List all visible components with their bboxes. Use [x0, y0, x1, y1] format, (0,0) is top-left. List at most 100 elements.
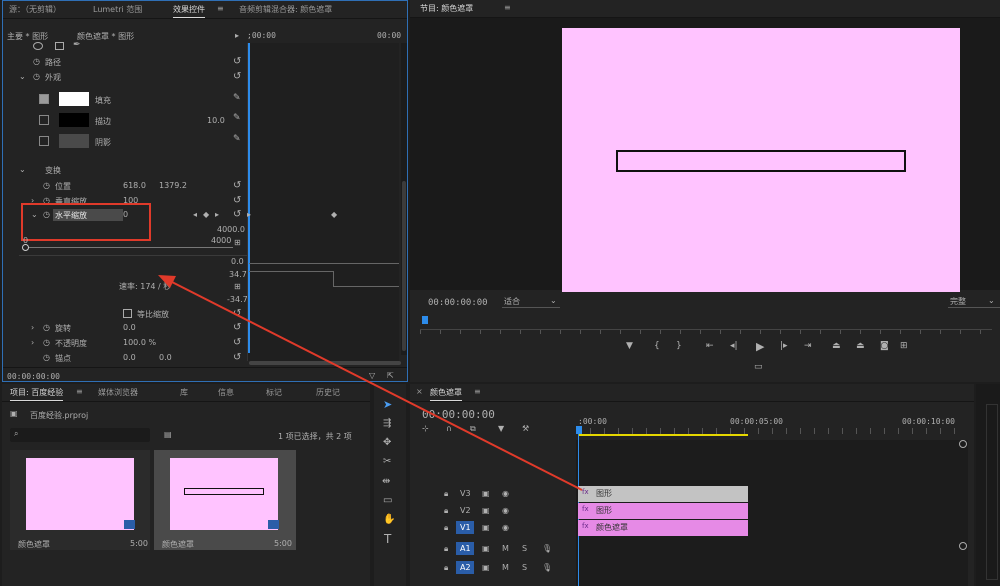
- pen-tool-icon[interactable]: ▭: [383, 495, 392, 506]
- track-header-a2[interactable]: 🔒︎ A2 ▣ M S 🎙︎: [410, 560, 576, 576]
- reset-icon[interactable]: ↺: [233, 209, 241, 220]
- tab-sequence[interactable]: 颜色遮罩: [430, 387, 462, 401]
- reset-icon[interactable]: ↺: [233, 71, 241, 82]
- reset-icon[interactable]: ↺: [233, 308, 241, 319]
- play-icon[interactable]: ▶: [756, 340, 764, 353]
- velocity-menu-icon[interactable]: ⊞: [234, 282, 241, 291]
- hand-tool-icon[interactable]: ✋: [383, 514, 395, 525]
- extract-icon[interactable]: ⏏: [856, 341, 865, 351]
- close-icon[interactable]: ×: [416, 387, 423, 396]
- mark-out-icon[interactable]: }: [676, 341, 682, 351]
- lock-icon[interactable]: 🔒︎: [444, 544, 448, 554]
- keyframe-diamond-icon[interactable]: ◆: [331, 210, 337, 219]
- track-header-v1[interactable]: 🔒︎ V1 ▣ ◉: [410, 520, 576, 536]
- filter-icon[interactable]: ▽: [369, 371, 375, 380]
- clip-v2[interactable]: fx 图形: [578, 503, 748, 519]
- timeline-playhead-head[interactable]: [576, 426, 582, 434]
- position-y-value[interactable]: 1379.2: [159, 181, 187, 190]
- track-header-a1[interactable]: 🔒︎ A1 ▣ M S 🎙︎: [410, 541, 576, 557]
- opacity-value[interactable]: 100.0 %: [123, 338, 156, 347]
- snap-icon[interactable]: ∩: [446, 424, 452, 433]
- reset-icon[interactable]: ↺: [233, 322, 241, 333]
- wrench-icon[interactable]: ⚒: [522, 424, 529, 433]
- camera-icon[interactable]: ◙: [880, 341, 889, 351]
- new-bin-icon[interactable]: ▤: [164, 430, 172, 439]
- type-tool-icon[interactable]: T: [384, 532, 391, 546]
- eye-icon[interactable]: ◉: [502, 506, 509, 515]
- stopwatch-icon[interactable]: ◷: [33, 72, 40, 81]
- compare-view-icon[interactable]: ▭: [754, 362, 763, 372]
- stroke-checkbox[interactable]: [39, 115, 49, 125]
- lift-icon[interactable]: ⏏: [832, 341, 841, 351]
- film-icon[interactable]: ▣: [482, 544, 490, 553]
- anchor-x-value[interactable]: 0.0: [123, 353, 136, 362]
- add-keyframe-icon[interactable]: ◆: [203, 210, 209, 219]
- eyedropper-icon[interactable]: ✎: [233, 134, 241, 144]
- go-to-out-icon[interactable]: ⇥: [804, 341, 812, 351]
- clip-label[interactable]: 颜色遮罩 * 图形: [77, 31, 134, 42]
- work-area-bar[interactable]: [578, 434, 748, 436]
- marker-icon[interactable]: ▼: [498, 424, 504, 433]
- film-icon[interactable]: ▣: [482, 523, 490, 532]
- razor-tool-icon[interactable]: ✂: [383, 456, 391, 467]
- value-slider-handle[interactable]: [22, 244, 29, 251]
- uniform-scale-checkbox[interactable]: [123, 309, 132, 318]
- panel-menu-icon[interactable]: ≡: [76, 387, 83, 396]
- rect-mask-icon[interactable]: [55, 42, 64, 50]
- expand-chevron-icon[interactable]: ›: [31, 323, 34, 332]
- anchor-y-value[interactable]: 0.0: [159, 353, 172, 362]
- tab-history[interactable]: 历史记: [316, 387, 340, 398]
- play-arrow-icon[interactable]: ▸: [235, 31, 239, 40]
- tab-audio-mixer[interactable]: 音频剪辑混合器: 颜色遮罩: [239, 4, 332, 15]
- lock-icon[interactable]: 🔒︎: [444, 506, 448, 516]
- button-editor-icon[interactable]: ⊞: [900, 341, 908, 351]
- go-to-in-icon[interactable]: ⇤: [706, 341, 714, 351]
- stopwatch-icon[interactable]: ◷: [43, 353, 50, 362]
- lock-icon[interactable]: 🔒︎: [444, 563, 448, 573]
- expand-chevron-icon[interactable]: ›: [31, 338, 34, 347]
- project-item[interactable]: [10, 450, 150, 550]
- ec-playhead[interactable]: [248, 43, 250, 353]
- tab-libraries[interactable]: 库: [180, 387, 188, 398]
- prev-keyframe-icon[interactable]: ◂: [193, 210, 197, 219]
- graph-menu-icon[interactable]: ⊞: [234, 238, 241, 247]
- mute-button[interactable]: M: [502, 544, 509, 553]
- program-playhead[interactable]: [422, 316, 428, 324]
- ec-zoom-bar[interactable]: [249, 361, 401, 365]
- track-select-tool-icon[interactable]: ⇶: [383, 418, 391, 429]
- panel-menu-icon[interactable]: ≡: [217, 4, 224, 13]
- reset-icon[interactable]: ↺: [233, 56, 241, 67]
- ripple-edit-tool-icon[interactable]: ✥: [383, 437, 391, 448]
- export-icon[interactable]: ⇱: [387, 371, 394, 380]
- collapse-chevron-icon[interactable]: ⌄: [19, 72, 26, 81]
- reset-icon[interactable]: ↺: [233, 195, 241, 206]
- tab-markers[interactable]: 标记: [266, 387, 282, 398]
- fit-select[interactable]: 适合 ⌄: [502, 296, 560, 308]
- slip-tool-icon[interactable]: ⇹: [382, 476, 390, 487]
- film-icon[interactable]: ▣: [482, 506, 490, 515]
- step-forward-icon[interactable]: |▸: [780, 341, 788, 351]
- track-header-v3[interactable]: 🔒︎ V3 ▣ ◉: [410, 486, 576, 502]
- quality-select[interactable]: 完整 ⌄: [948, 296, 1000, 308]
- lock-icon[interactable]: 🔒︎: [444, 489, 448, 499]
- program-timecode[interactable]: 00:00:00:00: [428, 298, 488, 308]
- mic-icon[interactable]: 🎙︎: [542, 563, 552, 572]
- fill-checkbox[interactable]: [39, 94, 49, 104]
- tab-lumetri[interactable]: Lumetri 范围: [93, 4, 142, 15]
- nest-icon[interactable]: ⊹: [422, 424, 429, 433]
- solo-button[interactable]: S: [522, 544, 527, 553]
- mute-button[interactable]: M: [502, 563, 509, 572]
- ec-keyframe-area[interactable]: [247, 43, 399, 361]
- film-icon[interactable]: ▣: [482, 489, 490, 498]
- ec-scroll-thumb[interactable]: [402, 181, 406, 351]
- shadow-checkbox[interactable]: [39, 136, 49, 146]
- scroll-handle-icon[interactable]: [959, 440, 967, 448]
- tab-effect-controls[interactable]: 效果控件: [173, 4, 205, 18]
- stopwatch-icon[interactable]: ◷: [43, 338, 50, 347]
- timeline-timecode[interactable]: 00:00:00:00: [422, 408, 495, 421]
- position-x-value[interactable]: 618.0: [123, 181, 146, 190]
- tab-media-browser[interactable]: 媒体浏览器: [98, 387, 138, 398]
- ec-timecode[interactable]: 00:00:00:00: [7, 372, 60, 381]
- eyedropper-icon[interactable]: ✎: [233, 113, 241, 123]
- tab-source[interactable]: 源：（无剪辑）: [9, 4, 61, 15]
